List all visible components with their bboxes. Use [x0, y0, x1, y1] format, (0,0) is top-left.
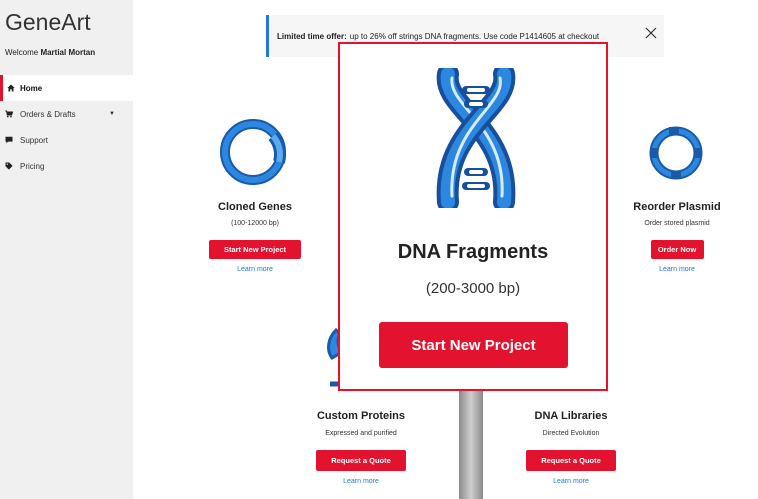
card-subtitle: (100-12000 bp) — [231, 220, 279, 227]
request-quote-button[interactable]: Request a Quote — [316, 450, 406, 471]
learn-more-link[interactable]: Learn more — [617, 266, 737, 273]
plasmid-icon — [220, 119, 287, 185]
plasmid-reorder-icon — [649, 126, 703, 180]
sidebar-item-home[interactable]: Home — [0, 75, 133, 101]
sidebar-item-pricing[interactable]: Pricing — [0, 153, 133, 179]
sidebar-item-orders[interactable]: Orders & Drafts ▼ — [0, 101, 133, 127]
card-dna-libraries: DNA Libraries Directed Evolution Request… — [510, 410, 632, 485]
card-title: Reorder Plasmid — [633, 201, 721, 213]
card-title: DNA Fragments — [397, 241, 549, 263]
cart-icon — [5, 110, 14, 118]
sidebar-item-label: Support — [20, 135, 49, 145]
card-custom-proteins: Custom Proteins Expressed and purified R… — [300, 410, 422, 485]
tag-icon — [5, 162, 13, 170]
card-subtitle: (200-3000 bp) — [425, 280, 521, 297]
start-new-project-button[interactable]: Start New Project — [379, 322, 568, 368]
card-reorder-plasmid: Reorder Plasmid Order stored plasmid Ord… — [617, 120, 737, 273]
chat-icon — [5, 136, 13, 144]
welcome-prefix: Welcome — [5, 48, 39, 57]
card-subtitle: Order stored plasmid — [644, 220, 710, 227]
sidebar-item-support[interactable]: Support — [0, 127, 133, 153]
card-title: Custom Proteins — [316, 410, 405, 422]
promo-bold: Limited time offer: — [277, 31, 347, 41]
sidebar-item-label: Pricing — [20, 161, 45, 171]
card-subtitle: Directed Evolution — [542, 430, 600, 437]
sidebar-nav: Home Orders & Drafts ▼ Support Pricing — [0, 75, 133, 179]
learn-more-link[interactable]: Learn more — [195, 266, 315, 273]
sidebar: GeneArt Welcome Martial Mortan Home Orde… — [0, 0, 133, 499]
card-subtitle: Expressed and purified — [325, 430, 397, 437]
sidebar-item-label: Home — [20, 83, 43, 93]
home-icon — [7, 84, 15, 92]
card-title: Cloned Genes — [218, 201, 292, 213]
order-now-button[interactable]: Order Now — [650, 240, 704, 259]
welcome-user: Martial Mortan — [40, 48, 96, 57]
dna-fragments-card: DNA Fragments (200-3000 bp) Start New Pr… — [338, 42, 608, 391]
promo-text: up to 26% off strings DNA fragments. Use… — [349, 31, 600, 41]
divider-post — [459, 391, 483, 499]
chevron-down-icon[interactable]: ▼ — [109, 111, 115, 117]
start-new-project-button[interactable]: Start New Project — [209, 240, 301, 259]
welcome-text: Welcome Martial Mortan — [5, 48, 95, 57]
request-quote-button[interactable]: Request a Quote — [526, 450, 616, 471]
card-title: DNA Libraries — [534, 410, 608, 422]
brand-logo: GeneArt — [5, 9, 91, 35]
sidebar-item-label: Orders & Drafts — [20, 109, 76, 119]
card-cloned-genes: Cloned Genes (100-12000 bp) Start New Pr… — [195, 112, 315, 273]
learn-more-link[interactable]: Learn more — [510, 478, 632, 485]
learn-more-link[interactable]: Learn more — [300, 478, 422, 485]
close-icon[interactable] — [644, 26, 658, 40]
dna-helix-icon — [436, 68, 516, 208]
